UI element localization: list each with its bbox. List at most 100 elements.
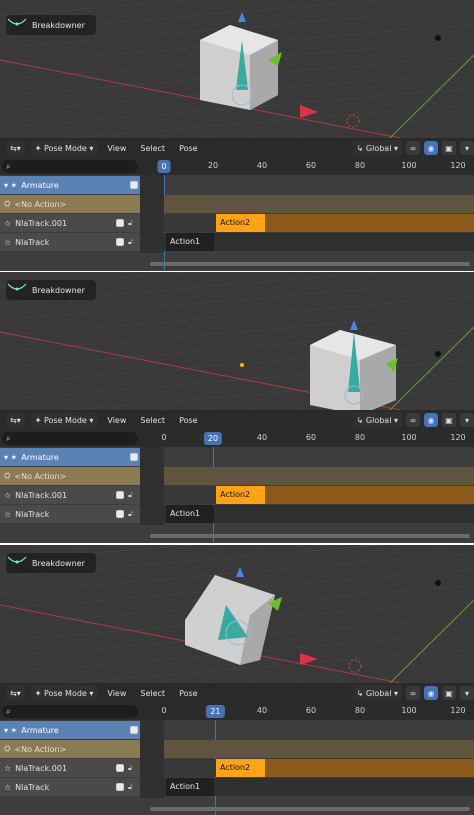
lock-icon[interactable]: 🔓︎ xyxy=(128,238,136,246)
horizontal-scrollbar[interactable] xyxy=(150,262,470,266)
menu-select[interactable]: Select xyxy=(136,685,169,701)
armature-checkbox[interactable] xyxy=(130,726,138,734)
breakdowner-toast[interactable]: Breakdowner xyxy=(6,553,96,573)
track-checkbox[interactable] xyxy=(116,783,124,791)
lock-icon[interactable]: 🔓︎ xyxy=(128,510,136,518)
proportional-icon[interactable]: ◉ xyxy=(424,141,438,155)
lock-icon[interactable]: 🔓︎ xyxy=(128,491,136,499)
mode-dropdown[interactable]: ✦ Pose Mode ▾ xyxy=(30,140,98,156)
menu-view[interactable]: View xyxy=(103,412,130,428)
menu-select[interactable]: Select xyxy=(136,412,169,428)
mode-label: Pose Mode xyxy=(43,143,87,153)
strip-action1[interactable]: Action1 xyxy=(166,233,214,251)
frame-tick-20: 20 xyxy=(207,161,219,170)
armature-checkbox[interactable] xyxy=(130,453,138,461)
menu-pose[interactable]: Pose xyxy=(175,685,202,701)
menu-view[interactable]: View xyxy=(103,685,130,701)
track-001-checkbox[interactable] xyxy=(116,491,124,499)
search-input[interactable]: ⌕ xyxy=(2,705,138,718)
3d-viewport[interactable]: Breakdowner xyxy=(0,272,474,410)
3d-cursor xyxy=(348,659,362,673)
mode-dropdown[interactable]: ✦ Pose Mode ▾ xyxy=(30,412,98,428)
armature-row[interactable]: ▾ ✶ Armature xyxy=(0,448,474,466)
link-icon[interactable]: ∞ xyxy=(406,413,420,427)
armature-checkbox[interactable] xyxy=(130,181,138,189)
orientation-dropdown[interactable]: ↳ Global ▾ xyxy=(352,685,402,701)
breakdowner-toast[interactable]: Breakdowner xyxy=(6,280,96,300)
strip-action1[interactable]: Action1 xyxy=(166,505,214,523)
3d-viewport[interactable]: Breakdowner xyxy=(0,0,474,138)
link-icon[interactable]: ∞ xyxy=(406,141,420,155)
horizontal-scrollbar[interactable] xyxy=(150,534,470,538)
orientation-label: Global xyxy=(365,143,392,153)
nla-header: ⌕ 020406080100120 21 xyxy=(0,703,474,720)
lock-icon[interactable]: 🔓︎ xyxy=(128,783,136,791)
orientation-dropdown[interactable]: ↳ Global ▾ xyxy=(352,412,402,428)
menu-pose[interactable]: Pose xyxy=(175,140,202,156)
search-input[interactable]: ⌕ xyxy=(2,160,138,173)
nla-track-001-row[interactable]: ☆ NlaTrack.001 🔓︎ Action2 xyxy=(0,486,474,504)
armature-row[interactable]: ▾ ✶ Armature xyxy=(0,176,474,194)
no-action-row[interactable]: ⛭ <No Action> xyxy=(0,467,474,485)
horizontal-scrollbar[interactable] xyxy=(150,807,470,811)
nla-track-row[interactable]: ☆ NlaTrack 🔓︎ Action1 xyxy=(0,233,474,251)
current-frame-indicator[interactable]: 20 xyxy=(203,432,223,445)
track-001-checkbox[interactable] xyxy=(116,764,124,772)
orientation-dropdown[interactable]: ↳ Global ▾ xyxy=(352,140,402,156)
frame-tick-40: 40 xyxy=(256,706,268,715)
lock-icon[interactable]: 🔓︎ xyxy=(128,764,136,772)
current-frame-indicator[interactable]: 21 xyxy=(206,705,225,718)
proportional-icon[interactable]: ◉ xyxy=(424,686,438,700)
strip-action2[interactable]: Action2 xyxy=(216,759,265,777)
editor-type-button[interactable]: ⇆▾ xyxy=(6,140,25,156)
editor-type-button[interactable]: ⇆▾ xyxy=(6,685,25,701)
shading-icon[interactable]: ▣ xyxy=(442,413,456,427)
track-checkbox[interactable] xyxy=(116,238,124,246)
track-001-checkbox[interactable] xyxy=(116,219,124,227)
viewport-header: ⇆▾ ✦ Pose Mode ▾ View Select Pose ↳ Glob… xyxy=(0,138,474,158)
no-action-row[interactable]: ⛭ <No Action> xyxy=(0,195,474,213)
shading-icon[interactable]: ▣ xyxy=(442,141,456,155)
nla-track-001-row[interactable]: ☆ NlaTrack.001 🔓︎ Action2 xyxy=(0,214,474,232)
light-object xyxy=(435,35,441,41)
no-action-row[interactable]: ⛭ <No Action> xyxy=(0,740,474,758)
search-input[interactable]: ⌕ xyxy=(2,432,138,445)
menu-view[interactable]: View xyxy=(103,140,130,156)
global-axis-icon: ↳ xyxy=(356,415,364,425)
shading-icon[interactable]: ▣ xyxy=(442,686,456,700)
nla-track-row[interactable]: ☆ NlaTrack 🔓︎ Action1 xyxy=(0,778,474,796)
overlay-icon[interactable]: ▾ xyxy=(460,141,474,155)
strip-action2[interactable]: Action2 xyxy=(216,214,265,232)
blender-panel: Breakdowner ⇆▾ ✦ Pose Mode ▾ View Select… xyxy=(0,545,474,815)
breakdowner-toast[interactable]: Breakdowner xyxy=(6,15,96,35)
menu-select[interactable]: Select xyxy=(136,140,169,156)
y-axis-line xyxy=(389,326,474,410)
viewport-header: ⇆▾ ✦ Pose Mode ▾ View Select Pose ↳ Glob… xyxy=(0,410,474,430)
no-action-label: <No Action> xyxy=(14,744,67,754)
strip-action2-hold xyxy=(265,486,474,504)
menu-pose[interactable]: Pose xyxy=(175,412,202,428)
proportional-icon[interactable]: ◉ xyxy=(424,413,438,427)
track-001-label: NlaTrack.001 xyxy=(15,490,68,500)
frame-tick-80: 80 xyxy=(354,433,366,442)
track-001-label: NlaTrack.001 xyxy=(15,218,68,228)
3d-viewport[interactable]: Breakdowner xyxy=(0,545,474,683)
frame-tick-40: 40 xyxy=(256,433,268,442)
nla-track-row[interactable]: ☆ NlaTrack 🔓︎ Action1 xyxy=(0,505,474,523)
current-frame-indicator[interactable]: 0 xyxy=(157,160,171,173)
track-icon: ☆ xyxy=(4,218,12,228)
strip-action2[interactable]: Action2 xyxy=(216,486,265,504)
nla-track-001-row[interactable]: ☆ NlaTrack.001 🔓︎ Action2 xyxy=(0,759,474,777)
strip-action1[interactable]: Action1 xyxy=(166,778,214,796)
armature-row[interactable]: ▾ ✶ Armature xyxy=(0,721,474,739)
track-checkbox[interactable] xyxy=(116,510,124,518)
overlay-icon[interactable]: ▾ xyxy=(460,686,474,700)
lock-icon[interactable]: 🔓︎ xyxy=(128,219,136,227)
mode-dropdown[interactable]: ✦ Pose Mode ▾ xyxy=(30,685,98,701)
frame-tick-100: 100 xyxy=(401,433,417,442)
link-icon[interactable]: ∞ xyxy=(406,686,420,700)
breakdowner-label: Breakdowner xyxy=(32,558,85,568)
editor-type-button[interactable]: ⇆▾ xyxy=(6,412,25,428)
light-object xyxy=(435,580,441,586)
overlay-icon[interactable]: ▾ xyxy=(460,413,474,427)
